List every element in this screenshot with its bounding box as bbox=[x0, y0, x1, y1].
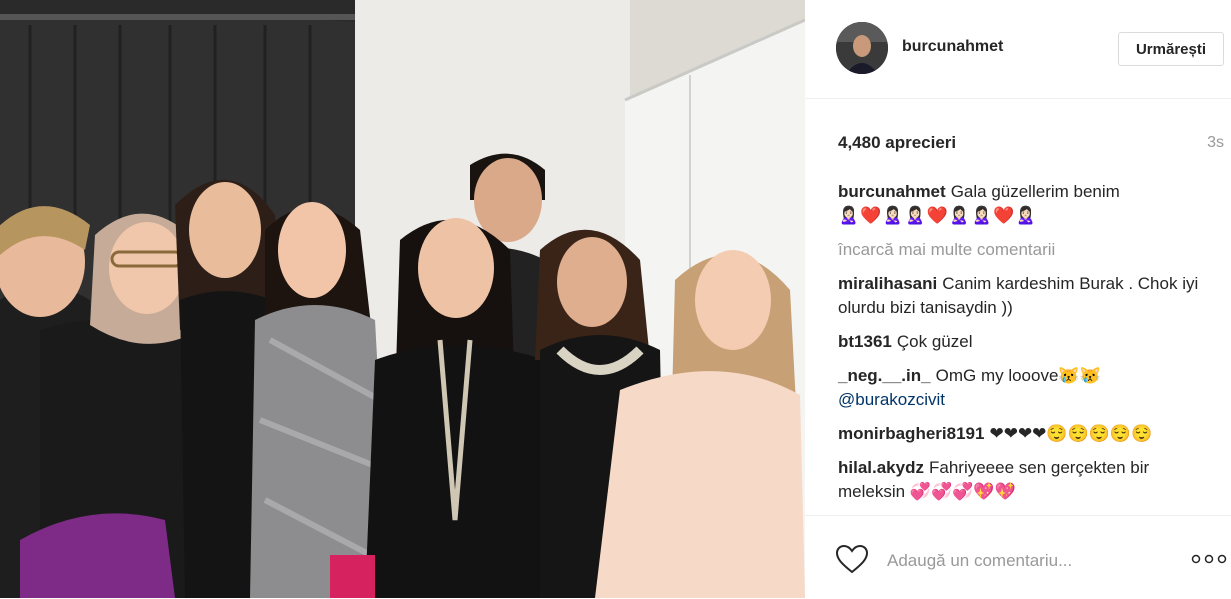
post-photo[interactable] bbox=[0, 0, 805, 598]
comment-text: Çok güzel bbox=[896, 332, 973, 351]
post-header: burcunahmet Urmărești bbox=[805, 0, 1231, 99]
list-item: hilal.akydz Fahriyeeee sen gerçekten bir … bbox=[838, 456, 1218, 504]
caption-text: Gala güzellerim benim bbox=[950, 182, 1120, 201]
list-item: bt1361 Çok güzel bbox=[838, 330, 1218, 354]
comment-footer bbox=[805, 515, 1231, 599]
likes-count[interactable]: 4,480 aprecieri bbox=[838, 133, 956, 153]
comment-username[interactable]: miralihasani bbox=[838, 274, 937, 293]
more-dots-icon[interactable] bbox=[1191, 552, 1227, 564]
list-item: monirbagheri8191 ❤❤❤❤😌😌😌😌😌 bbox=[838, 422, 1218, 446]
post-details-panel: burcunahmet Urmărești 4,480 aprecieri 3s… bbox=[805, 0, 1231, 598]
comment-mention-link[interactable]: @burakozcivit bbox=[838, 390, 945, 409]
comment-username[interactable]: hilal.akydz bbox=[838, 458, 924, 477]
heart-icon-graphic bbox=[835, 544, 869, 574]
post-time[interactable]: 3s bbox=[1207, 134, 1224, 152]
comment-username[interactable]: bt1361 bbox=[838, 332, 892, 351]
load-more-comments-link[interactable]: încarcă mai multe comentarii bbox=[838, 238, 1218, 262]
list-item: miralihasani Canim kardeshim Burak . Chok… bbox=[838, 272, 1218, 320]
comments-list: burcunahmet Gala güzellerim benim 🙎🏻‍♀️❤️… bbox=[838, 180, 1218, 514]
comment-input[interactable] bbox=[885, 546, 1179, 576]
avatar-image bbox=[836, 22, 888, 74]
comment-text: OmG my looove😿😿 bbox=[935, 366, 1101, 385]
likes-row: 4,480 aprecieri 3s bbox=[838, 133, 1224, 155]
list-item: _neg.__.in_ OmG my looove😿😿 @burakozcivit bbox=[838, 364, 1218, 412]
avatar[interactable] bbox=[836, 22, 888, 74]
instagram-post-view: burcunahmet Urmărești 4,480 aprecieri 3s… bbox=[0, 0, 1231, 598]
group-photo-illustration bbox=[0, 0, 805, 598]
caption-emojis: 🙎🏻‍♀️❤️🙎🏻‍♀️🙎🏻‍♀️❤️🙎🏻‍♀️🙎🏻‍♀️❤️🙎🏻‍♀️ bbox=[838, 206, 1038, 225]
caption: burcunahmet Gala güzellerim benim 🙎🏻‍♀️❤️… bbox=[838, 180, 1218, 228]
comment-username[interactable]: _neg.__.in_ bbox=[838, 366, 931, 385]
caption-username[interactable]: burcunahmet bbox=[838, 182, 946, 201]
post-author-username[interactable]: burcunahmet bbox=[902, 38, 1003, 56]
follow-button[interactable]: Urmărești bbox=[1118, 32, 1224, 66]
heart-outline-icon[interactable] bbox=[835, 544, 869, 574]
comment-username[interactable]: monirbagheri8191 bbox=[838, 424, 984, 443]
more-dots-graphic bbox=[1191, 554, 1227, 564]
comment-text: ❤❤❤❤😌😌😌😌😌 bbox=[989, 424, 1153, 443]
